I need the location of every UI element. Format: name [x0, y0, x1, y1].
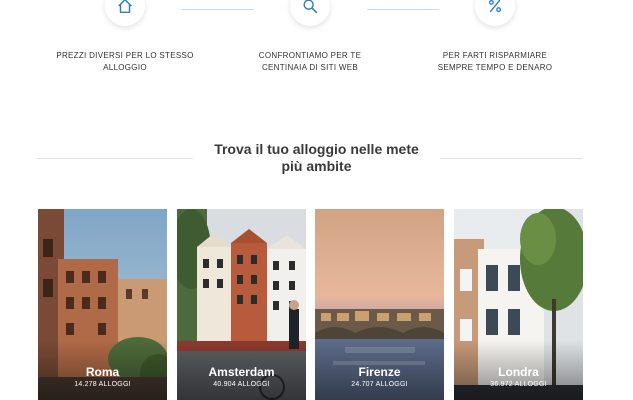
section-title: Trova il tuo alloggio nelle mete più amb…	[195, 141, 438, 175]
section-title-line: più ambite	[281, 158, 352, 174]
search-icon	[303, 0, 318, 14]
destination-city: Amsterdam	[208, 365, 275, 379]
destination-count: 14.278 ALLOGGI	[74, 381, 131, 388]
feature-text-compare: CONFRONTIAMO PER TE CENTINAIA DI SITI WE…	[235, 50, 385, 74]
search-icon-badge	[290, 0, 330, 26]
feature-line: CENTINAIA DI SITI WEB	[261, 63, 359, 72]
feature-text-price: PREZZI DIVERSI PER LO STESSO ALLOGGIO	[50, 50, 200, 74]
feature-line: SEMPRE TEMPO E DENARO	[437, 63, 553, 72]
destination-card-amsterdam[interactable]: Amsterdam 40.904 ALLOGGI	[177, 209, 306, 400]
destination-count: 36.972 ALLOGGI	[490, 381, 547, 388]
destination-card-firenze[interactable]: Firenze 24.707 ALLOGGI	[315, 209, 444, 400]
feature-line: PER FARTI RISPARMIARE	[442, 51, 548, 60]
feature-divider	[367, 9, 439, 10]
feature-line: ALLOGGIO	[103, 63, 147, 72]
feature-text-save: PER FARTI RISPARMIARE SEMPRE TEMPO E DEN…	[420, 50, 570, 74]
destination-card-londra[interactable]: Londra 36.972 ALLOGGI	[454, 209, 583, 400]
feature-line: PREZZI DIVERSI PER LO STESSO	[56, 51, 194, 60]
destination-count: 24.707 ALLOGGI	[351, 381, 408, 388]
feature-line: CONFRONTIAMO PER TE	[258, 51, 362, 60]
title-rule-left	[37, 158, 193, 159]
destination-card-roma[interactable]: Roma 14.278 ALLOGGI	[38, 209, 167, 400]
destination-count: 40.904 ALLOGGI	[213, 381, 270, 388]
destination-city: Firenze	[358, 365, 401, 379]
home-icon-badge	[105, 0, 145, 26]
title-rule-right	[440, 158, 583, 159]
destination-city: Roma	[85, 365, 120, 379]
destination-city: Londra	[498, 365, 539, 379]
features-strip: PREZZI DIVERSI PER LO STESSO ALLOGGIO CO…	[0, 0, 633, 100]
section-title-line: Trova il tuo alloggio nelle mete	[214, 141, 419, 157]
feature-divider	[182, 9, 254, 10]
percent-icon	[488, 0, 502, 13]
home-icon	[118, 0, 132, 14]
percent-icon-badge	[475, 0, 515, 26]
